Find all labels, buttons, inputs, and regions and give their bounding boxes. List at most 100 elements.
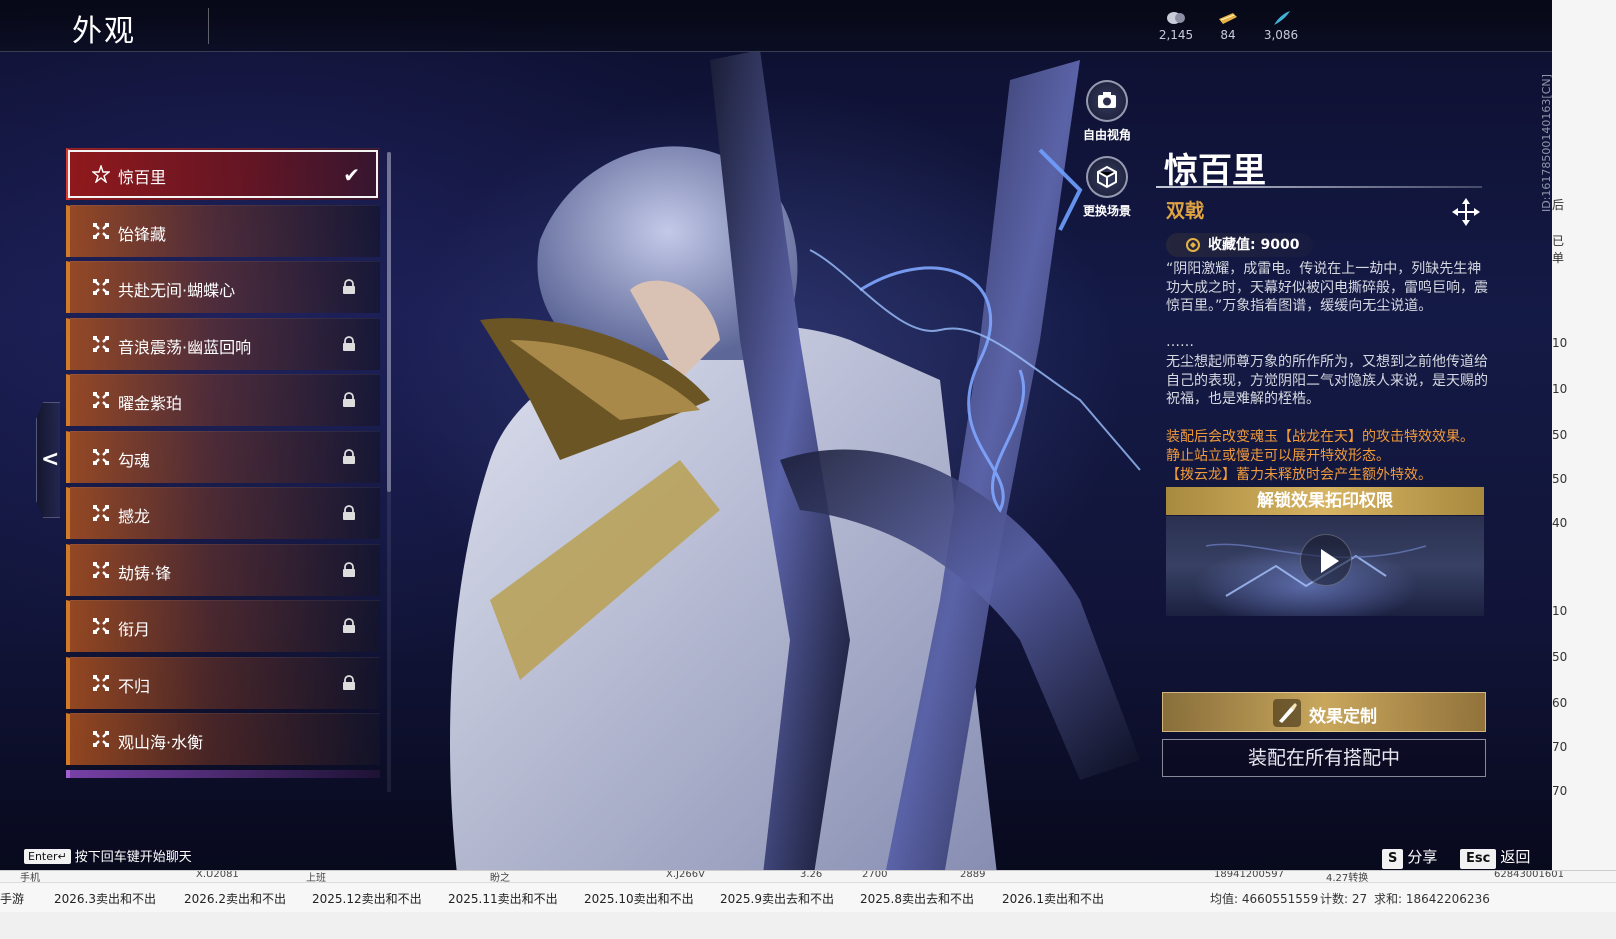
- sheet-tab[interactable]: 2026.3卖出和不出: [54, 890, 156, 907]
- skin-quote: “阴阳激耀，成雷电。传说在上一劫中，列缺先生神功大成之时，天幕好似被闪电撕碎般，…: [1166, 261, 1488, 314]
- skin-item-4[interactable]: 曜金紫珀: [66, 374, 380, 426]
- skin-item-10[interactable]: 观山海·水衡: [66, 713, 380, 765]
- edge-cell: 70: [1552, 740, 1568, 754]
- checkmark-icon: ✔: [343, 163, 360, 187]
- sheet-stat-count: 计数: 27: [1320, 892, 1368, 906]
- lock-icon: [343, 449, 355, 464]
- free-view-label: 自由视角: [1082, 128, 1131, 142]
- sheet-cell: 4.27转换: [1326, 873, 1369, 882]
- skin-item-8[interactable]: 衔月: [66, 600, 380, 652]
- share-button[interactable]: S 分享: [1382, 846, 1437, 869]
- skin-item-1[interactable]: 饴锋藏: [66, 205, 380, 257]
- sheet-cell: 62843001601: [1494, 870, 1564, 880]
- skin-item-3[interactable]: 音浪震荡·幽蓝回响: [66, 318, 380, 370]
- skin-item-0[interactable]: 惊百里 ✔: [66, 148, 380, 200]
- skin-item-label: 劫铸·锋: [118, 564, 172, 583]
- edge-cell: 40: [1552, 516, 1568, 530]
- sheet-tab[interactable]: 手游: [0, 890, 24, 907]
- skin-rarity-icon: [93, 562, 109, 578]
- customize-effect-button[interactable]: 效果定制: [1162, 692, 1486, 732]
- sheet-tab[interactable]: 2025.12卖出和不出: [312, 890, 422, 907]
- title-divider: [208, 8, 209, 44]
- sheet-tab[interactable]: 2025.8卖出去和不出: [860, 890, 974, 907]
- change-scene-button[interactable]: 更换场景: [1080, 156, 1134, 219]
- skin-item-label: 惊百里: [118, 168, 167, 187]
- skin-item-label: 音浪震荡·幽蓝回响: [118, 338, 252, 357]
- brush-icon: [1273, 699, 1301, 727]
- edge-cell: 10: [1552, 604, 1568, 618]
- edge-cell: 50: [1552, 650, 1568, 664]
- edge-cell: 后: [1552, 198, 1565, 212]
- weapon-type: 双戟: [1166, 200, 1205, 222]
- sheet-cell: X.J266V: [666, 870, 705, 880]
- skin-rarity-icon: [93, 675, 109, 691]
- sheet-tab[interactable]: 2026.2卖出和不出: [184, 890, 286, 907]
- sheet-tab[interactable]: 2026.1卖出和不出: [1002, 890, 1104, 907]
- page-title: 外观: [72, 14, 136, 49]
- move-arrows-icon[interactable]: [1450, 196, 1482, 228]
- skin-item-9[interactable]: 不归: [66, 657, 380, 709]
- skin-rarity-icon: [93, 223, 109, 239]
- sheet-tab[interactable]: 2025.9卖出去和不出: [720, 890, 834, 907]
- skin-ellipsis: ……: [1166, 334, 1194, 350]
- chat-hint-text: 按下回车键开始聊天: [74, 850, 192, 865]
- sheet-cell: 手机: [20, 873, 40, 882]
- chevron-left-icon: <: [41, 447, 60, 472]
- skin-item-2[interactable]: 共赴无间·蝴蝶心: [66, 261, 380, 313]
- lock-icon: [343, 562, 355, 577]
- collection-value: 收藏值: 9000: [1166, 233, 1314, 257]
- skin-rarity-icon: [93, 731, 109, 747]
- back-button[interactable]: Esc 返回: [1460, 846, 1530, 869]
- skin-rarity-icon: [93, 279, 109, 295]
- lock-icon: [343, 336, 355, 351]
- currency-feather[interactable]: 3,086: [1251, 10, 1311, 42]
- sheet-tabs-bar: 手游 2026.3卖出和不出 2026.2卖出和不出 2025.12卖出和不出 …: [0, 882, 1616, 912]
- sheet-tab[interactable]: 2025.11卖出和不出: [448, 890, 558, 907]
- lock-icon: [343, 392, 355, 407]
- collapse-panel-button[interactable]: <: [36, 402, 60, 518]
- camera-icon: [1086, 80, 1128, 122]
- currency-crystal[interactable]: 2,145: [1146, 10, 1206, 42]
- effect-preview-video[interactable]: [1166, 516, 1484, 616]
- skin-item-7[interactable]: 劫铸·锋: [66, 544, 380, 596]
- effect-line: 【拨云龙】蓄力未释放时会产生额外特效。: [1166, 467, 1432, 483]
- unlock-effect-button[interactable]: 解锁效果拓印权限: [1166, 487, 1484, 515]
- sheet-cell: 18941200597: [1214, 870, 1284, 880]
- lock-icon: [343, 618, 355, 633]
- currency-feather-value: 3,086: [1263, 28, 1299, 42]
- skin-rarity-icon: [93, 449, 109, 465]
- edge-cell: 50: [1552, 428, 1568, 442]
- skin-item-label: 观山海·水衡: [118, 733, 204, 752]
- skin-item-5[interactable]: 勾魂: [66, 431, 380, 483]
- effect-line: 装配后会改变魂玉【战龙在天】的攻击特效效果。: [1166, 429, 1474, 445]
- effect-description: 装配后会改变魂玉【战龙在天】的攻击特效效果。 静止站立或慢走可以展开特效形态。 …: [1166, 428, 1488, 485]
- skin-item-label: 共赴无间·蝴蝶心: [118, 281, 236, 300]
- detail-divider: [1156, 186, 1482, 188]
- currency-gold[interactable]: 84: [1198, 10, 1258, 42]
- scene-cube-icon: [1086, 156, 1128, 198]
- skin-item-6[interactable]: 撼龙: [66, 487, 380, 539]
- sheet-cell: 2889: [960, 870, 986, 880]
- sheet-stat-avg: 均值: 4660551559: [1210, 892, 1319, 906]
- chat-hint[interactable]: Enter↵ 按下回车键开始聊天: [24, 846, 192, 865]
- skin-item-partial[interactable]: [66, 770, 380, 778]
- sheet-tab[interactable]: 2025.10卖出和不出: [584, 890, 694, 907]
- skin-item-label: 勾魂: [118, 451, 151, 470]
- edge-cell: 10: [1552, 382, 1568, 396]
- play-icon[interactable]: [1300, 534, 1352, 586]
- equip-all-button[interactable]: 装配在所有搭配中: [1162, 739, 1486, 777]
- collection-value-text: 收藏值: 9000: [1208, 237, 1300, 253]
- currency-crystal-value: 2,145: [1158, 28, 1194, 42]
- edge-cell: 60: [1552, 696, 1568, 710]
- currency-gold-value: 84: [1220, 28, 1236, 42]
- sheet-cell: 3.26: [800, 870, 823, 880]
- lock-icon: [343, 675, 355, 690]
- list-scrollbar-thumb[interactable]: [387, 152, 391, 492]
- skin-item-label: 曜金紫珀: [118, 394, 183, 413]
- edge-cell: 70: [1552, 784, 1568, 798]
- skin-story: 无尘想起师尊万象的所作所为，又想到之前他传道给自己的表现，方觉阴阳二气对隐族人来…: [1166, 354, 1488, 407]
- collection-coin-icon: [1186, 238, 1200, 252]
- edge-cell: 50: [1552, 472, 1568, 486]
- skin-rarity-icon: [93, 505, 109, 521]
- free-view-button[interactable]: 自由视角: [1080, 80, 1134, 143]
